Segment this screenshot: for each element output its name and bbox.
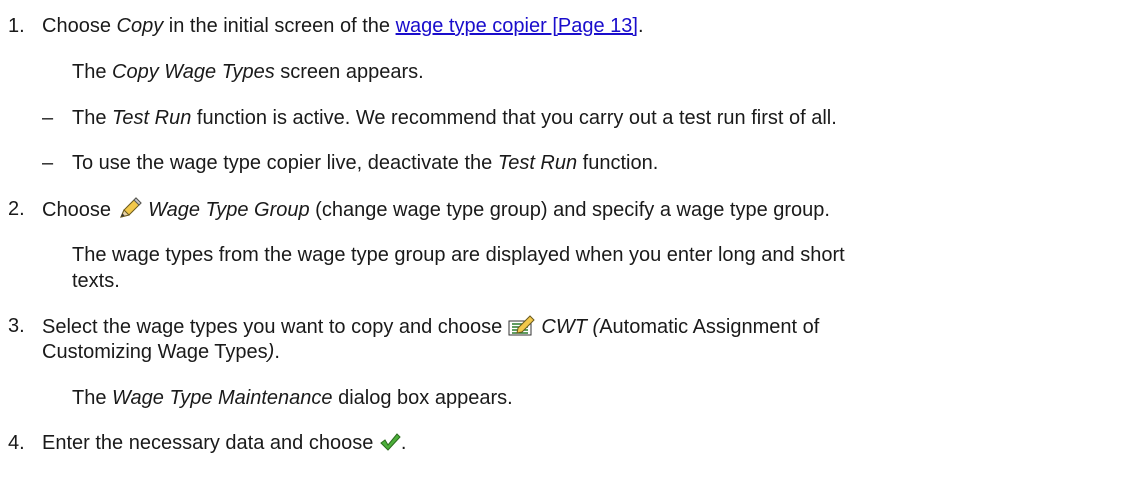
checkmark-icon — [379, 432, 401, 458]
bullet-dash: – — [42, 107, 54, 129]
step-number: 2. — [8, 198, 25, 220]
step-number: 3. — [8, 315, 25, 337]
bullet-deactivate-test-run: To use the wage type copier live, deacti… — [72, 152, 659, 174]
step3-text: Select the wage types you want to copy a… — [42, 314, 819, 342]
step-number: 4. — [8, 432, 25, 454]
step3-result: The Wage Type Maintenance dialog box app… — [72, 387, 513, 409]
step1-result: The Copy Wage Types screen appears. — [72, 61, 424, 83]
bullet-test-run-active: The Test Run function is active. We reco… — [72, 107, 837, 129]
step1-text: Choose Copy in the initial screen of the… — [42, 15, 644, 37]
cwt-icon — [508, 314, 536, 342]
step3-text-line2: Customizing Wage Types). — [42, 341, 280, 363]
step2-result-line2: texts. — [72, 270, 120, 292]
step-number: 1. — [8, 15, 25, 37]
step2-result-line1: The wage types from the wage type group … — [72, 244, 845, 266]
bullet-dash: – — [42, 152, 54, 174]
step4-text: Enter the necessary data and choose . — [42, 431, 406, 458]
step2-text: Choose Wage Type Group (change wage type… — [42, 197, 830, 225]
wage-type-copier-link[interactable]: wage type copier [Page 13] — [396, 15, 638, 37]
pencil-icon — [117, 197, 143, 225]
